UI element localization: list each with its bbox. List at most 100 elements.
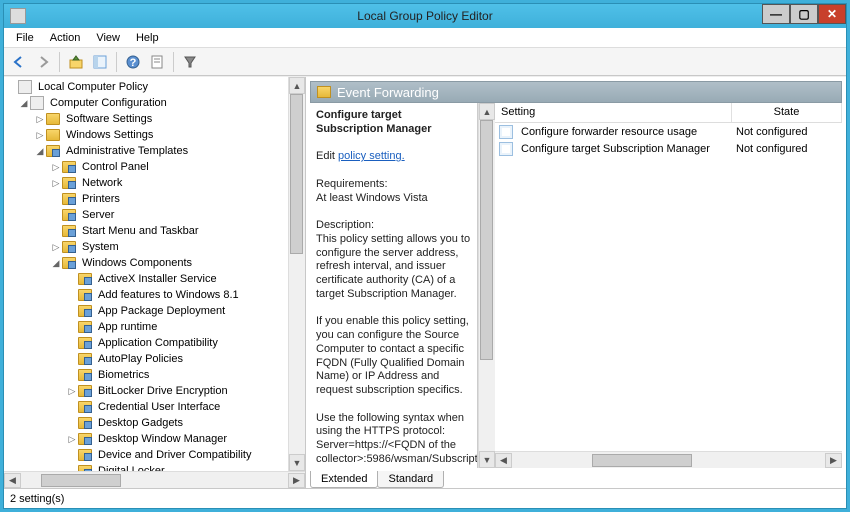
collapse-icon[interactable]: ◢ [34,146,46,157]
scroll-up-icon[interactable]: ▲ [479,103,495,120]
tree-root[interactable]: Local Computer Policy [4,79,288,95]
scroll-down-icon[interactable]: ▼ [479,451,495,468]
menu-file[interactable]: File [8,30,42,46]
folder-icon [317,86,331,98]
up-button[interactable] [65,51,87,73]
tab-extended[interactable]: Extended [310,471,378,488]
close-button[interactable]: ✕ [818,4,846,24]
expand-icon[interactable]: ▷ [50,242,62,253]
tree-wc-item[interactable]: AutoPlay Policies [4,351,288,367]
tree-windows-settings[interactable]: ▷Windows Settings [4,127,288,143]
edit-policy-link[interactable]: policy setting. [338,150,405,162]
policy-tree[interactable]: Local Computer Policy ◢Computer Configur… [4,77,288,471]
settings-list: Setting State Configure forwarder resour… [495,103,842,468]
col-state[interactable]: State [732,103,842,122]
tree-wc-item[interactable]: ▷BitLocker Drive Encryption [4,383,288,399]
tree-wc-item[interactable]: Device and Driver Compatibility [4,447,288,463]
properties-button[interactable] [146,51,168,73]
folder-icon [62,209,76,221]
folder-icon [46,145,60,157]
scroll-down-icon[interactable]: ▼ [289,454,305,471]
titlebar[interactable]: Local Group Policy Editor — ▢ ✕ [4,4,846,28]
tree-start-menu[interactable]: Start Menu and Taskbar [4,223,288,239]
show-tree-button[interactable] [89,51,111,73]
tree-wc-item[interactable]: Add features to Windows 8.1 [4,287,288,303]
list-header: Setting State [495,103,842,123]
scroll-thumb[interactable] [480,120,493,360]
details-pane: Event Forwarding Configure target Subscr… [306,77,846,488]
forward-button[interactable] [32,51,54,73]
expand-icon[interactable]: ▷ [66,434,78,445]
maximize-button[interactable]: ▢ [790,4,818,24]
expand-icon[interactable]: ▷ [34,114,46,125]
tree-computer-config[interactable]: ◢Computer Configuration [4,95,288,111]
tree-wc-item[interactable]: Credential User Interface [4,399,288,415]
filter-button[interactable] [179,51,201,73]
folder-icon [78,305,92,317]
minimize-button[interactable]: — [762,4,790,24]
tree-hscroll[interactable]: ◀ ▶ [4,471,305,488]
help-button[interactable]: ? [122,51,144,73]
folder-icon [78,337,92,349]
collapse-icon[interactable]: ◢ [18,98,30,109]
description-pane: Configure target Subscription Manager Ed… [310,103,478,468]
folder-icon [46,113,60,125]
expand-icon[interactable]: ▷ [50,178,62,189]
scroll-thumb[interactable] [592,454,692,467]
folder-icon [62,225,76,237]
tree-software-settings[interactable]: ▷Software Settings [4,111,288,127]
folder-icon [62,241,76,253]
collapse-icon[interactable]: ◢ [50,258,62,269]
folder-icon [78,289,92,301]
desc-vscroll[interactable]: ▲ ▼ [478,103,495,468]
list-row[interactable]: Configure forwarder resource usage Not c… [495,123,842,140]
tree-printers[interactable]: Printers [4,191,288,207]
menubar: File Action View Help [4,28,846,48]
scroll-thumb[interactable] [290,94,303,254]
expand-icon[interactable]: ▷ [50,162,62,173]
list-hscroll[interactable]: ◀ ▶ [495,451,842,468]
tree-system[interactable]: ▷System [4,239,288,255]
main-body: Local Computer Policy ◢Computer Configur… [4,76,846,488]
col-setting[interactable]: Setting [495,103,732,122]
description-label: Description: [316,219,374,231]
description-text: This policy setting allows you to config… [316,233,470,300]
folder-icon [62,257,76,269]
tree-control-panel[interactable]: ▷Control Panel [4,159,288,175]
tree-wc-item[interactable]: ActiveX Installer Service [4,271,288,287]
tree-admin-templates[interactable]: ◢Administrative Templates [4,143,288,159]
folder-icon [78,353,92,365]
tree-wc-item[interactable]: Desktop Gadgets [4,415,288,431]
scroll-left-icon[interactable]: ◀ [4,473,21,488]
status-bar: 2 setting(s) [4,488,846,508]
tree-vscroll[interactable]: ▲ ▼ [288,77,305,471]
tree-network[interactable]: ▷Network [4,175,288,191]
folder-icon [78,369,92,381]
tree-wc-item[interactable]: Biometrics [4,367,288,383]
folder-icon [78,417,92,429]
scroll-right-icon[interactable]: ▶ [825,453,842,468]
policy-item-icon [499,125,513,139]
menu-help[interactable]: Help [128,30,167,46]
scroll-up-icon[interactable]: ▲ [289,77,305,94]
status-text: 2 setting(s) [10,493,64,505]
list-row[interactable]: Configure target Subscription Manager No… [495,140,842,157]
tree-wc-item[interactable]: Digital Locker [4,463,288,471]
tree-server[interactable]: Server [4,207,288,223]
scroll-right-icon[interactable]: ▶ [288,473,305,488]
menu-action[interactable]: Action [42,30,89,46]
expand-icon[interactable]: ▷ [66,386,78,397]
tree-wc-item[interactable]: Application Compatibility [4,335,288,351]
tree-wc-item[interactable]: App Package Deployment [4,303,288,319]
description-text: If you enable this policy setting, you c… [316,315,469,396]
expand-icon[interactable]: ▷ [34,130,46,141]
back-button[interactable] [8,51,30,73]
tree-wc-item[interactable]: ▷Desktop Window Manager [4,431,288,447]
scroll-thumb[interactable] [41,474,121,487]
tree-wc-item[interactable]: App runtime [4,319,288,335]
tree-windows-components[interactable]: ◢Windows Components [4,255,288,271]
scroll-left-icon[interactable]: ◀ [495,453,512,468]
folder-icon [78,465,92,471]
tab-standard[interactable]: Standard [377,471,444,488]
menu-view[interactable]: View [88,30,128,46]
